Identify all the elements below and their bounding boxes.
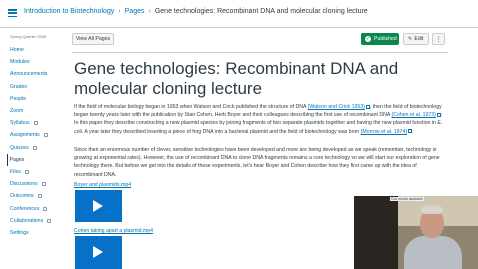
sidebar-item-grades[interactable]: Grades (10, 81, 51, 93)
visibility-icon (24, 169, 29, 174)
sidebar-item-modules[interactable]: Modules (10, 56, 51, 68)
sidebar-item-label: Announcements (10, 71, 48, 78)
sidebar-item-label: Discussions (10, 181, 38, 188)
webcam-overlay: Cox media assistant (354, 196, 478, 269)
sidebar-item-announcements[interactable]: Announcements (10, 68, 51, 80)
visibility-icon (43, 206, 48, 211)
chevron-right-icon: › (118, 8, 121, 15)
chevron-right-icon: › (148, 8, 151, 15)
sidebar-item-collaborations[interactable]: Collaborations (10, 215, 52, 227)
citation-link-watson-crick[interactable]: (Watson and Crick 1953) (308, 104, 365, 110)
divider (72, 52, 448, 53)
sidebar-item-label: People (10, 95, 27, 102)
webcam-background (354, 196, 398, 269)
course-navigation: Spring Quarter 2020 Home Modules Announcem… (0, 29, 64, 269)
sidebar-item-label: Conferences (10, 205, 40, 212)
breadcrumb-pages[interactable]: Pages (125, 8, 145, 15)
video-link-cohen[interactable]: Cohen taking apart a plasmid.mp4 (74, 228, 153, 234)
sidebar-item-label: Zoom (10, 108, 24, 115)
sidebar-item-discussions[interactable]: Discussions (10, 178, 51, 190)
sidebar-item-label: Settings (10, 229, 29, 236)
play-icon[interactable] (93, 200, 103, 212)
sidebar-item-label: Pages (9, 156, 25, 163)
sidebar-item-people[interactable]: People (10, 93, 51, 105)
visibility-icon (41, 182, 46, 187)
sidebar-item-assignments[interactable]: Assignments (10, 129, 51, 141)
sidebar-item-label: Home (10, 47, 24, 54)
sidebar-item-label: Modules (10, 59, 30, 66)
sidebar-item-outcomes[interactable]: Outcomes (10, 190, 51, 202)
presenter-body (404, 236, 462, 269)
sidebar-item-conferences[interactable]: Conferences (10, 202, 51, 214)
sidebar-item-label: Syllabus (10, 120, 30, 127)
more-options-button[interactable]: ⋮ (432, 33, 445, 45)
sidebar-item-label: Files (10, 168, 21, 175)
published-label: Published (374, 36, 397, 42)
sidebar-item-syllabus[interactable]: Syllabus (10, 117, 51, 129)
top-bar: Introduction to Biotechnology › Pages › … (0, 0, 478, 28)
sidebar-item-home[interactable]: Home (10, 44, 51, 56)
play-icon[interactable] (93, 246, 103, 258)
visibility-icon (32, 145, 37, 150)
sidebar-item-settings[interactable]: Settings (10, 227, 51, 239)
view-all-pages-button[interactable]: View All Pages (72, 33, 114, 45)
visibility-icon (43, 133, 48, 138)
sidebar-item-label: Outcomes (10, 193, 34, 200)
citation-link-morrow[interactable]: (Morrow et al. 1974) (361, 129, 407, 135)
visibility-icon (47, 218, 52, 223)
term-label: Spring Quarter 2020 (10, 34, 47, 39)
paragraph-text: If the field of molecular biology began … (74, 104, 308, 110)
video-player-cohen[interactable] (75, 236, 122, 269)
sidebar-item-label: Collaborations (10, 217, 44, 224)
sidebar-item-quizzes[interactable]: Quizzes (10, 142, 51, 154)
pencil-icon: ✎ (408, 36, 413, 42)
sidebar-item-zoom[interactable]: Zoom (10, 105, 51, 117)
breadcrumb: Introduction to Biotechnology › Pages › … (24, 8, 368, 15)
presenter-hair (421, 205, 443, 214)
breadcrumb-current: Gene technologies: Recombinant DNA and m… (154, 8, 368, 15)
sidebar-item-label: Quizzes (10, 144, 29, 151)
webcam-tag: Cox media assistant (390, 197, 424, 201)
citation-link-cohen[interactable]: (Cohen et al. 1973) (391, 112, 435, 118)
visibility-icon (37, 194, 42, 199)
menu-icon[interactable] (8, 9, 17, 17)
page-title: Gene technologies: Recombinant DNA and m… (74, 59, 399, 98)
check-icon: ✓ (365, 36, 371, 42)
video-link-boyer[interactable]: Boyer and plasmids.mp4 (74, 182, 131, 188)
published-button[interactable]: ✓ Published (361, 33, 399, 45)
sidebar-item-files[interactable]: Files (10, 166, 51, 178)
visibility-icon (33, 121, 38, 126)
sidebar-item-label: Grades (10, 83, 28, 90)
sidebar-item-pages[interactable]: Pages (7, 153, 51, 166)
video-player-boyer[interactable] (75, 190, 122, 222)
edit-button[interactable]: ✎ Edit (403, 33, 429, 45)
edit-label: Edit (414, 36, 424, 42)
course-nav-list: Home Modules Announcements Grades People Zoom… (7, 44, 52, 239)
second-paragraph: Since then an enormous number of clever,… (74, 147, 440, 178)
intro-paragraph: If the field of molecular biology began … (74, 103, 446, 136)
paragraph-text: . (412, 128, 414, 135)
sidebar-item-label: Assignments (10, 132, 40, 139)
breadcrumb-course[interactable]: Introduction to Biotechnology (24, 8, 114, 15)
